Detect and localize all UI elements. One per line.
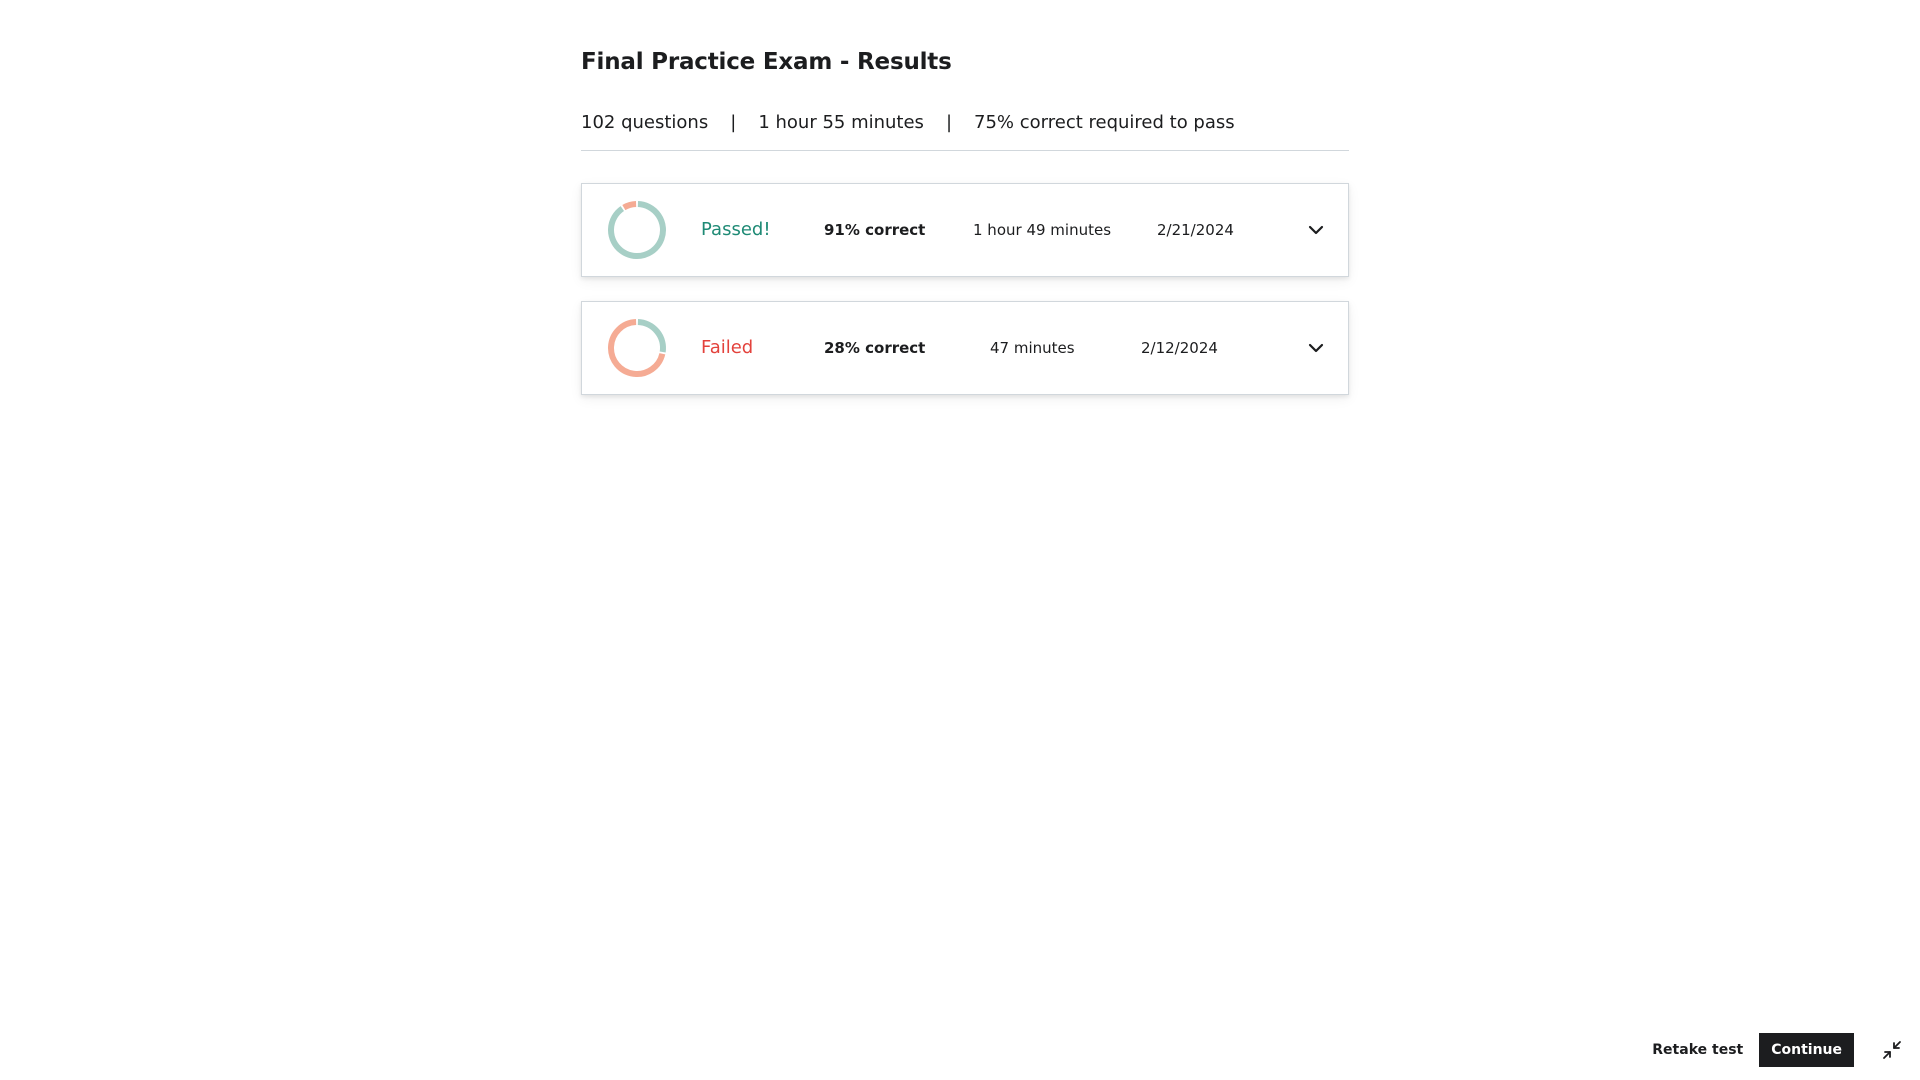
attempt-status: Passed! <box>701 219 771 240</box>
chevron-down-icon[interactable] <box>1306 220 1326 240</box>
chevron-down-icon[interactable] <box>1306 338 1326 358</box>
page-title: Final Practice Exam - Results <box>581 49 952 75</box>
attempt-row[interactable]: Failed 28% correct 47 minutes 2/12/2024 <box>581 301 1349 395</box>
score-donut <box>607 318 667 378</box>
score-donut <box>607 200 667 260</box>
donut-correct-arc <box>637 319 666 353</box>
attempt-score: 91% correct <box>824 221 926 239</box>
attempt-list: Passed! 91% correct 1 hour 49 minutes 2/… <box>581 183 1349 395</box>
attempt-row[interactable]: Passed! 91% correct 1 hour 49 minutes 2/… <box>581 183 1349 277</box>
attempt-date: 2/21/2024 <box>1157 221 1234 239</box>
page: Final Practice Exam - Results 102 questi… <box>0 0 1920 1080</box>
attempt-score: 28% correct <box>824 339 926 357</box>
separator: | <box>730 112 737 133</box>
score-donut-chart <box>608 201 666 259</box>
donut-incorrect-arc <box>622 201 637 211</box>
attempt-duration: 1 hour 49 minutes <box>973 221 1112 239</box>
attempt-date: 2/12/2024 <box>1141 339 1218 357</box>
donut-correct-arc <box>608 201 666 259</box>
exam-summary: 102 questions | 1 hour 55 minutes | 75% … <box>581 110 1349 151</box>
footer-bar: Retake test Continue <box>1636 1020 1920 1080</box>
attempt-duration: 47 minutes <box>990 339 1075 357</box>
retake-test-button[interactable]: Retake test <box>1636 1033 1759 1067</box>
score-donut-chart <box>608 319 666 377</box>
question-count: 102 questions <box>581 112 709 133</box>
exit-fullscreen-icon[interactable] <box>1882 1040 1902 1060</box>
results-panel: Final Practice Exam - Results 102 questi… <box>581 44 1349 419</box>
pass-requirement: 75% correct required to pass <box>974 112 1235 133</box>
attempt-status: Failed <box>701 337 754 358</box>
exam-duration: 1 hour 55 minutes <box>758 112 924 133</box>
separator: | <box>945 112 953 133</box>
continue-button[interactable]: Continue <box>1759 1033 1854 1067</box>
